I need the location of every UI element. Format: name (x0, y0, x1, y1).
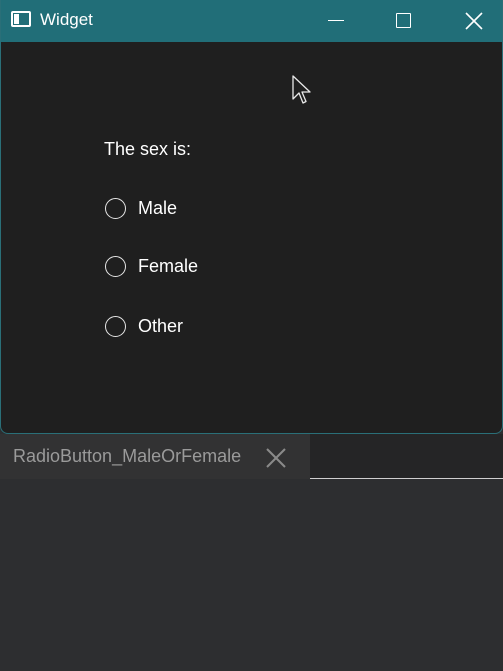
radio-other[interactable]: Other (105, 313, 183, 339)
radio-circle[interactable] (105, 255, 126, 277)
editor-tab[interactable]: RadioButton_MaleOrFemale (0, 434, 310, 479)
radio-circle[interactable] (105, 197, 126, 219)
mouse-cursor-icon (292, 75, 311, 104)
window-title: Widget (40, 10, 93, 29)
editor-area[interactable] (0, 479, 503, 671)
radio-male[interactable]: Male (105, 195, 177, 221)
radio-label-female: Female (138, 255, 199, 276)
maximize-icon (396, 13, 411, 28)
radio-label-other: Other (138, 315, 184, 336)
radio-circle[interactable] (105, 315, 126, 337)
radio-female[interactable]: Female (105, 253, 198, 279)
editor-tab-strip: RadioButton_MaleOrFemale (0, 434, 503, 479)
title-bar[interactable]: Widget (1, 0, 502, 42)
close-icon[interactable] (265, 447, 287, 469)
close-icon (465, 12, 483, 30)
widget-window: Widget The sex is: Male Female Other (0, 0, 503, 434)
minimize-icon (328, 20, 344, 21)
editor-tab-label: RadioButton_MaleOrFemale (13, 446, 242, 466)
radio-label-male: Male (138, 197, 178, 218)
maximize-button[interactable] (381, 0, 427, 42)
window-app-icon (11, 11, 31, 27)
minimize-button[interactable] (312, 0, 358, 42)
sex-label: The sex is: (104, 139, 192, 159)
close-button[interactable] (452, 0, 498, 42)
